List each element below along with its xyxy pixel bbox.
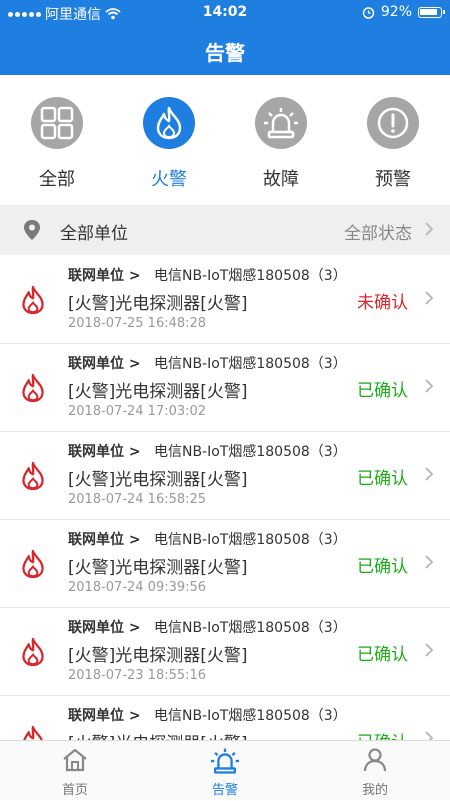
category-all-label: 全部 [39, 169, 75, 190]
alert-device: 电信NB-IoT烟感180508（3） [153, 268, 347, 284]
filter-bar[interactable]: 全部单位 全部状态 [0, 205, 450, 255]
alert-title: [火警]光电探测器[火警] [68, 646, 248, 666]
alert-time: 2018-07-25 16:48:28 [68, 316, 207, 331]
page-title: 告警 [205, 41, 245, 65]
alert-time: 2018-07-23 18:55:16 [68, 668, 207, 683]
battery-icon [418, 6, 445, 18]
alert-title: [火警]光电探测器[火警] [68, 558, 248, 578]
alert-unit-prefix: 联网单位 > [68, 356, 141, 372]
user-icon [363, 748, 387, 772]
alert-source: 联网单位 > 电信NB-IoT烟感180508（3） [68, 617, 347, 637]
alert-unit-prefix: 联网单位 > [68, 708, 141, 724]
alert-status: 已确认 [357, 469, 408, 489]
alert-source: 联网单位 > 电信NB-IoT烟感180508（3） [68, 353, 347, 373]
category-warning-label: 预警 [375, 169, 411, 190]
category-warning[interactable]: 预警 [348, 97, 438, 191]
battery-percent: 92% [380, 4, 412, 20]
fire-alert-icon [22, 285, 44, 315]
alert-status: 已确认 [357, 645, 408, 665]
alert-title: [火警]光电探测器[火警] [68, 729, 248, 740]
status-bar: 阿里通信 14:02 92% [0, 0, 450, 25]
category-all[interactable]: 全部 [12, 97, 102, 191]
alert-device: 电信NB-IoT烟感180508（3） [153, 532, 347, 548]
location-pin-icon [24, 220, 40, 240]
chevron-right-icon [425, 643, 434, 657]
unit-filter[interactable]: 全部单位 [60, 219, 128, 244]
alert-time: 2018-07-24 16:58:25 [68, 492, 207, 507]
alert-device: 电信NB-IoT烟感180508（3） [153, 444, 347, 460]
alert-unit-prefix: 联网单位 > [68, 444, 141, 460]
chevron-right-icon [425, 222, 434, 236]
chevron-right-icon [425, 379, 434, 393]
alarm-clock-icon [362, 6, 375, 19]
alert-time: 2018-07-24 17:03:02 [68, 404, 207, 419]
alert-device: 电信NB-IoT烟感180508（3） [153, 620, 347, 636]
alert-status: 已确认 [357, 557, 408, 577]
alarm-light-icon [264, 108, 298, 139]
fire-alert-icon [23, 725, 43, 740]
alert-unit-prefix: 联网单位 > [68, 532, 141, 548]
alert-device: 电信NB-IoT烟感180508（3） [153, 708, 347, 724]
alert-status: 未确认 [357, 293, 408, 313]
fire-alert-icon [22, 373, 44, 403]
alert-row[interactable]: 联网单位 > 电信NB-IoT烟感180508（3） [火警]光电探测器[火警] 已… [0, 695, 450, 740]
flame-icon [156, 106, 182, 140]
alert-time: 2018-07-24 09:39:56 [68, 580, 207, 595]
alert-row[interactable]: 联网单位 > 电信NB-IoT烟感180508（3） [火警]光电探测器[火警] 2… [0, 343, 450, 432]
alert-status: 已确认 [357, 728, 408, 740]
category-fire[interactable]: 火警 [124, 97, 214, 191]
tab-alarm[interactable]: 告警 [150, 741, 300, 801]
alert-unit-prefix: 联网单位 > [68, 620, 141, 636]
alert-row[interactable]: 联网单位 > 电信NB-IoT烟感180508（3） [火警]光电探测器[火警] 2… [0, 519, 450, 608]
state-filter[interactable]: 全部状态 [344, 219, 412, 244]
tab-mine-label: 我的 [361, 783, 388, 798]
tab-mine[interactable]: 我的 [300, 741, 450, 801]
chevron-right-icon [425, 731, 434, 740]
category-bar: 全部 火警 故障 预警 [0, 75, 450, 200]
alert-list: 联网单位 > 电信NB-IoT烟感180508（3） [火警]光电探测器[火警] 2… [0, 255, 450, 740]
chevron-right-icon [425, 555, 434, 569]
home-icon [63, 748, 87, 772]
alert-device: 电信NB-IoT烟感180508（3） [153, 356, 347, 372]
tab-home-label: 首页 [61, 783, 88, 798]
app-header: 告警 [0, 25, 450, 75]
alarm-light-icon [211, 748, 239, 774]
alert-title: [火警]光电探测器[火警] [68, 294, 248, 314]
alert-source: 联网单位 > 电信NB-IoT烟感180508（3） [68, 265, 347, 285]
category-fault[interactable]: 故障 [236, 97, 326, 191]
fire-alert-icon [22, 461, 44, 491]
chevron-right-icon [425, 467, 434, 481]
tab-home[interactable]: 首页 [0, 741, 150, 801]
alert-title: [火警]光电探测器[火警] [68, 470, 248, 490]
fire-alert-icon [22, 549, 44, 579]
alert-source: 联网单位 > 电信NB-IoT烟感180508（3） [68, 529, 347, 549]
category-fire-label: 火警 [151, 169, 187, 190]
alert-row[interactable]: 联网单位 > 电信NB-IoT烟感180508（3） [火警]光电探测器[火警] 2… [0, 431, 450, 520]
alert-source: 联网单位 > 电信NB-IoT烟感180508（3） [68, 705, 347, 725]
fire-alert-icon [22, 637, 44, 667]
category-fault-label: 故障 [263, 169, 299, 190]
alert-row[interactable]: 联网单位 > 电信NB-IoT烟感180508（3） [火警]光电探测器[火警] 2… [0, 607, 450, 696]
grid-icon [40, 106, 74, 140]
alert-source: 联网单位 > 电信NB-IoT烟感180508（3） [68, 441, 347, 461]
exclamation-icon [377, 107, 409, 139]
alert-unit-prefix: 联网单位 > [68, 268, 141, 284]
alert-row[interactable]: 联网单位 > 电信NB-IoT烟感180508（3） [火警]光电探测器[火警] 2… [0, 255, 450, 344]
tab-alarm-label: 告警 [211, 783, 238, 798]
tab-bar: 首页 告警 我的 [0, 740, 450, 800]
alert-status: 已确认 [357, 381, 408, 401]
chevron-right-icon [425, 291, 434, 305]
status-right: 92% [362, 4, 445, 20]
alert-title: [火警]光电探测器[火警] [68, 382, 248, 402]
